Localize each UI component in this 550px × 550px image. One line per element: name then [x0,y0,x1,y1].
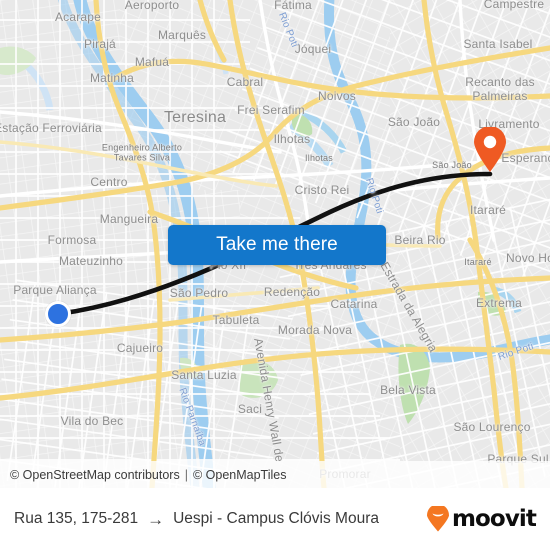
origin-marker[interactable] [45,301,71,327]
moovit-pin-icon [426,506,449,532]
map-canvas[interactable]: Acarape Aeroporto Marquês Pirajá Fátima Jóque… [0,0,550,488]
moovit-logo: moovit [426,505,537,532]
osm-attribution-link[interactable]: © OpenStreetMap contributors [10,468,180,482]
trip-origin-label: Rua 135, 175-281 [14,510,139,527]
attribution-separator: | [184,467,188,482]
take-me-there-label: Take me there [216,234,338,255]
destination-marker[interactable] [473,126,507,178]
trip-footer: Rua 135, 175-281 → Uespi - Campus Clóvis… [0,488,550,550]
moovit-trip-screen: Acarape Aeroporto Marquês Pirajá Fátima Jóque… [0,0,550,550]
openmaptiles-attribution-link[interactable]: © OpenMapTiles [193,468,287,482]
trip-summary: Rua 135, 175-281 → Uespi - Campus Clóvis… [14,510,426,528]
take-me-there-button[interactable]: Take me there [168,225,386,265]
moovit-wordmark: moovit [451,505,537,532]
map-pin-icon [474,126,506,172]
arrow-right-icon: → [147,510,165,528]
map-attribution: © OpenStreetMap contributors | © OpenMap… [0,461,550,488]
trip-destination-label: Uespi - Campus Clóvis Moura [173,510,379,527]
